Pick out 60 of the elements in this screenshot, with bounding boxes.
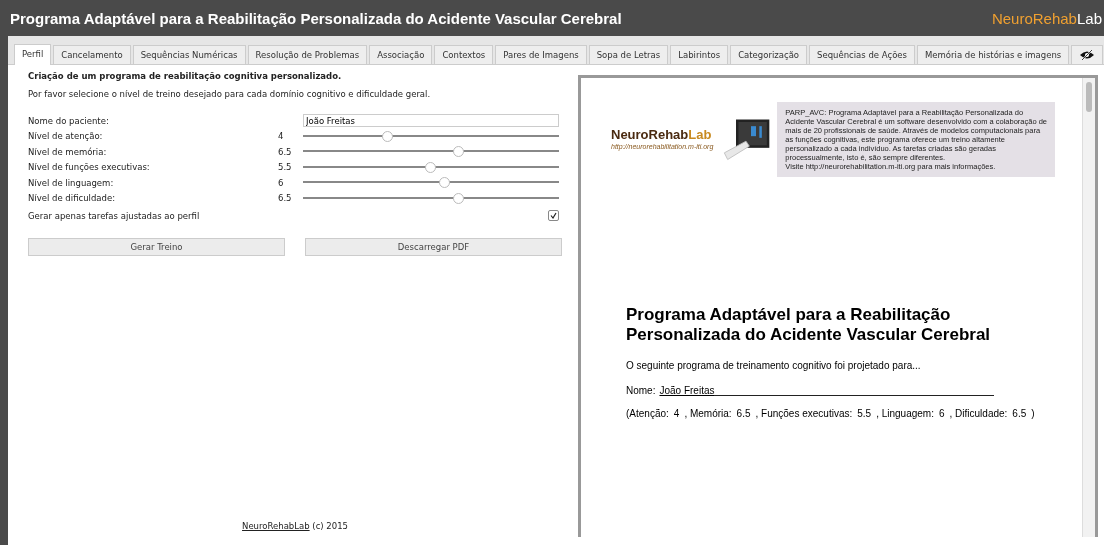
- slider-value: 6.5: [278, 193, 293, 204]
- tab[interactable]: Pares de Imagens: [495, 45, 587, 64]
- intro-text: Por favor selecione o nível de treino desejado para cada domínio cognitivo e dificuldade geral.: [28, 89, 432, 99]
- slider-label: Nível de linguagem:: [28, 177, 115, 188]
- param-label: , Linguagem:: [876, 407, 934, 419]
- param-label: (Atenção:: [626, 407, 669, 419]
- tab[interactable]: Associação: [369, 45, 433, 64]
- action-button[interactable]: Gerar Treino: [28, 237, 285, 256]
- tab[interactable]: Memória de histórias e imagens: [917, 45, 1070, 64]
- tab[interactable]: Cancelamento: [53, 45, 131, 64]
- slider-thumb[interactable]: [382, 130, 394, 142]
- slider-value: 6.5: [278, 146, 293, 157]
- tab[interactable]: Contextos: [434, 45, 494, 64]
- param-value: 6.5: [1012, 407, 1027, 419]
- document-title: Programa Adaptável para a Reabilitação Personalizada do Acidente Vascular Cerebral: [626, 305, 992, 346]
- brand-logo: NeuroRehabLab: [991, 9, 1103, 27]
- name-value: João Freitas: [659, 384, 715, 396]
- copyright-text: (c) 2015: [312, 521, 348, 531]
- slider-label: Nível de dificuldade:: [28, 193, 116, 204]
- tab[interactable]: Perfil: [14, 44, 52, 65]
- param-value: 5.5: [857, 407, 872, 419]
- check-icon: [550, 212, 557, 220]
- param-value: 6: [938, 407, 945, 419]
- document-subtitle: O seguinte programa de treinamento cognitivo foi projetado para...: [626, 359, 922, 371]
- closing-paren: ): [1031, 407, 1035, 419]
- option-label: Gerar apenas tarefas ajustadas ao perfil: [28, 210, 201, 221]
- patient-name-field[interactable]: João Freitas: [303, 114, 559, 128]
- tab[interactable]: Sequências Numéricas: [132, 45, 246, 64]
- param-label: , Memória:: [684, 407, 732, 419]
- slider-value: 6: [278, 177, 285, 188]
- slider-thumb[interactable]: [453, 192, 465, 204]
- eye-slash-icon: [1079, 50, 1096, 60]
- slider-thumb[interactable]: [425, 161, 436, 173]
- action-button[interactable]: Descarregar PDF: [305, 237, 562, 256]
- tab[interactable]: Categorização: [730, 45, 808, 64]
- slider-value: 5.5: [278, 162, 293, 173]
- name-label: Nome:: [626, 384, 656, 396]
- checkbox[interactable]: [548, 210, 559, 222]
- param-value: 6.5: [736, 407, 751, 419]
- slider-label: Nível de atenção:: [28, 131, 104, 142]
- form-heading: Criação de um programa de reabilitação cognitiva personalizado.: [28, 71, 343, 81]
- slider-thumb[interactable]: [439, 177, 451, 189]
- slider-thumb[interactable]: [453, 146, 465, 158]
- window-title: Programa Adaptável para a Reabilitação Personalizada do Acidente Vascular Cerebral: [10, 9, 622, 27]
- param-label: , Dificuldade:: [949, 407, 1008, 419]
- eye-slash-tab[interactable]: [1071, 45, 1104, 64]
- footer-link[interactable]: NeuroRehabLab: [242, 521, 310, 531]
- tab[interactable]: Sopa de Letras: [588, 45, 669, 64]
- tab[interactable]: Resolução de Problemas: [247, 45, 368, 64]
- slider-value: 4: [278, 131, 285, 142]
- logo-text: NeuroRehabLab: [611, 127, 712, 143]
- slider-label: Nível de memória:: [28, 146, 108, 157]
- slider-label: Nível de funções executivas:: [28, 162, 151, 173]
- param-value: 4: [673, 407, 680, 419]
- scrollbar[interactable]: [1082, 78, 1095, 537]
- field-label: Nome do paciente:: [28, 115, 110, 126]
- tab[interactable]: Sequências de Ações: [809, 45, 915, 64]
- tab[interactable]: Labirintos: [670, 45, 729, 64]
- param-label: , Funções executivas:: [755, 407, 853, 419]
- scrollbar-thumb[interactable]: [1086, 82, 1092, 112]
